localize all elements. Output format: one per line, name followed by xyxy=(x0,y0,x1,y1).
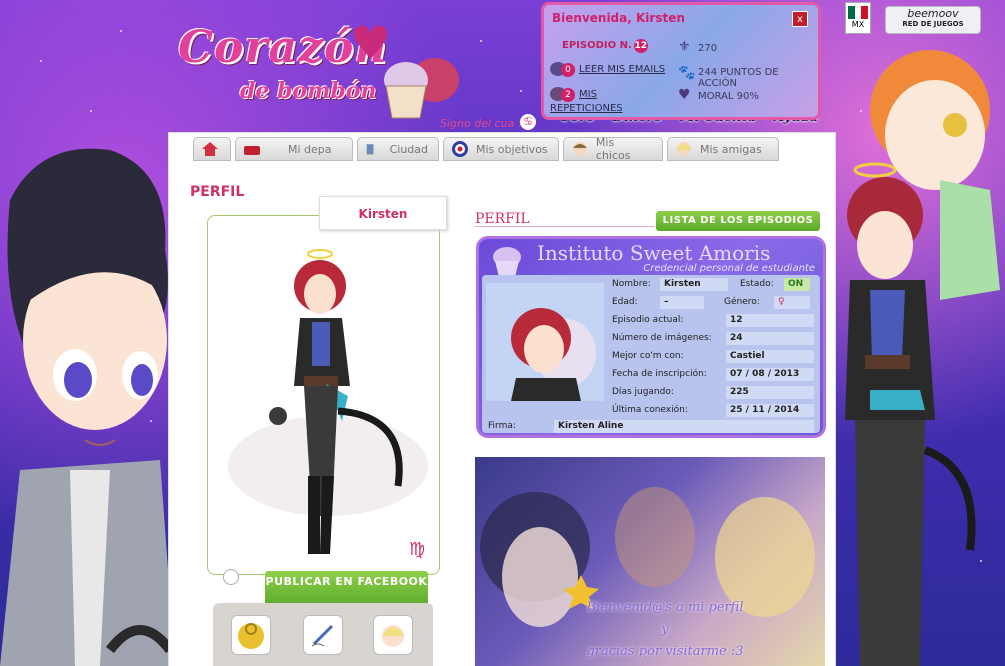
avatar-card xyxy=(207,215,440,575)
character-icon[interactable] xyxy=(373,615,413,655)
building-icon xyxy=(366,144,374,155)
read-emails-link[interactable]: LEER MIS EMAILS xyxy=(579,64,665,75)
tab-ciudad[interactable]: Ciudad xyxy=(357,137,439,161)
home-icon xyxy=(202,142,218,156)
field-signature: Kirsten Aline xyxy=(554,420,814,433)
player-avatar xyxy=(228,249,428,554)
episode-list-button[interactable]: LISTA DE LOS EPISODIOS xyxy=(656,211,820,231)
moral-heart-icon: ♥ xyxy=(678,87,691,103)
dollars-value: 270 xyxy=(698,43,718,54)
tab-mi-depa[interactable]: Mi depa xyxy=(235,137,353,161)
country-selector[interactable]: MX xyxy=(845,2,871,34)
moral-value: MORAL 90% xyxy=(698,91,759,102)
mexico-flag-icon xyxy=(848,6,869,19)
episode-indicator: EPISODIO N. 12 xyxy=(562,39,648,53)
boy-icon xyxy=(572,142,587,156)
tab-mis-chicos[interactable]: Mis chicos xyxy=(563,136,663,162)
mail-row: 0 LEER MIS EMAILS xyxy=(550,62,665,77)
action-points-value: 244 PUNTOS DE ACCIÓN xyxy=(698,67,779,89)
student-id-card: Instituto Sweet Amoris Credencial person… xyxy=(476,236,826,438)
field-label: Estado: xyxy=(740,279,774,289)
field-label: Mejor co'm con: xyxy=(612,351,684,361)
field-label: Fecha de inscripción: xyxy=(612,369,707,379)
welcome-title: Bienvenida, Kirsten xyxy=(552,11,685,25)
field-name: Kirsten xyxy=(660,278,728,291)
heading-divider xyxy=(475,226,655,227)
lock-icon[interactable] xyxy=(231,615,271,655)
tab-mis-amigas[interactable]: Mis amigas xyxy=(667,137,779,161)
field-label: Días jugando: xyxy=(612,387,674,397)
field-status: ON xyxy=(784,278,810,291)
paw-icon: 🐾 xyxy=(678,65,696,81)
logo-subtitle: de bombón xyxy=(240,78,377,104)
card-subtitle: Credencial personal de estudiante xyxy=(643,263,815,274)
profile-tools xyxy=(213,603,433,666)
field-days-played: 225 xyxy=(726,386,814,399)
field-label: Edad: xyxy=(612,297,638,307)
tab-mis-objetivos[interactable]: Mis objetivos xyxy=(443,137,559,161)
left-character-illustration xyxy=(0,148,175,666)
field-last-login: 25 / 11 / 2014 xyxy=(726,404,814,417)
tab-label: Ciudad xyxy=(389,142,428,156)
tab-home[interactable] xyxy=(193,137,231,161)
field-label: Nombre: xyxy=(612,279,651,289)
field-label: Última conexión: xyxy=(612,405,688,415)
profile-banner-image: Bienvenid@s a mi perfil y gracias por vi… xyxy=(475,457,825,666)
mail-count-badge: 0 xyxy=(561,63,575,77)
banner-line: gracias por visitarme :3 xyxy=(586,644,744,659)
tab-label: Mi depa xyxy=(288,142,332,156)
beemoov-subtitle: RED DE JUEGOS xyxy=(902,20,964,28)
target-icon xyxy=(452,141,468,157)
right-character-illustration xyxy=(845,50,1000,666)
beemoov-network-link[interactable]: beemoov RED DE JUEGOS xyxy=(885,6,981,34)
banner-line: Bienvenid@s a mi perfil xyxy=(586,600,744,615)
student-photo xyxy=(486,283,604,401)
sofa-icon xyxy=(244,146,260,155)
tab-label: Mis amigas xyxy=(700,142,762,156)
banner-message: Bienvenid@s a mi perfil y gracias por vi… xyxy=(555,597,775,663)
fleur-de-lis-icon: ⚜ xyxy=(678,39,691,55)
field-signup-date: 07 / 08 / 2013 xyxy=(726,368,814,381)
zodiac-sign-label: Signo del cua : xyxy=(440,117,522,130)
profile-name-tab: Kirsten xyxy=(319,196,447,230)
episode-label: EPISODIO N. xyxy=(562,40,632,51)
cupcake-icon xyxy=(384,58,459,119)
card-section-heading: PERFIL xyxy=(475,211,530,227)
virgo-icon: ♍ xyxy=(409,539,426,560)
card-body: Nombre: Kirsten Estado: ON Edad: – Géner… xyxy=(482,275,820,433)
field-images: 24 xyxy=(726,332,814,345)
beemoov-logo: beemoov xyxy=(907,7,959,20)
cupcake-icon xyxy=(493,247,521,277)
episode-number-badge: 12 xyxy=(633,39,648,53)
tab-label: Mis chicos xyxy=(595,136,631,162)
banner-line: y xyxy=(661,622,669,637)
pen-icon[interactable] xyxy=(303,615,343,655)
field-label: Número de imágenes: xyxy=(612,333,712,343)
field-gender: ♀ xyxy=(774,296,810,309)
field-best-with: Castiel xyxy=(726,350,814,363)
main-panel: Mi depa Ciudad Mis objetivos Mis chicos … xyxy=(168,132,836,666)
field-age: – xyxy=(660,296,704,309)
field-episode: 12 xyxy=(726,314,814,327)
card-title: Instituto Sweet Amoris xyxy=(537,241,771,265)
close-icon[interactable]: x xyxy=(792,11,808,27)
country-code: MX xyxy=(851,20,865,29)
signature-row: Firma: Kirsten Aline xyxy=(482,419,820,433)
field-label: Género: xyxy=(724,297,760,307)
repeats-row: 2 MIS REPETICIONES xyxy=(550,87,660,116)
corazon-de-bombon-logo[interactable]: Corazón de bombón ♥ xyxy=(170,12,470,122)
tab-label: Mis objetivos xyxy=(476,142,548,156)
field-label: Firma: xyxy=(488,421,516,431)
welcome-panel: Bienvenida, Kirsten x EPISODIO N. 12 0 LEE… xyxy=(541,2,821,120)
main-nav: Mi depa Ciudad Mis objetivos Mis chicos … xyxy=(193,136,779,162)
repeats-count-badge: 2 xyxy=(561,88,575,102)
profile-heading: PERFIL xyxy=(190,184,245,200)
field-label: Episodio actual: xyxy=(612,315,684,325)
visibility-radio[interactable] xyxy=(223,569,239,585)
girl-icon xyxy=(677,142,691,156)
cancer-sign-icon: ♋ xyxy=(520,114,536,130)
